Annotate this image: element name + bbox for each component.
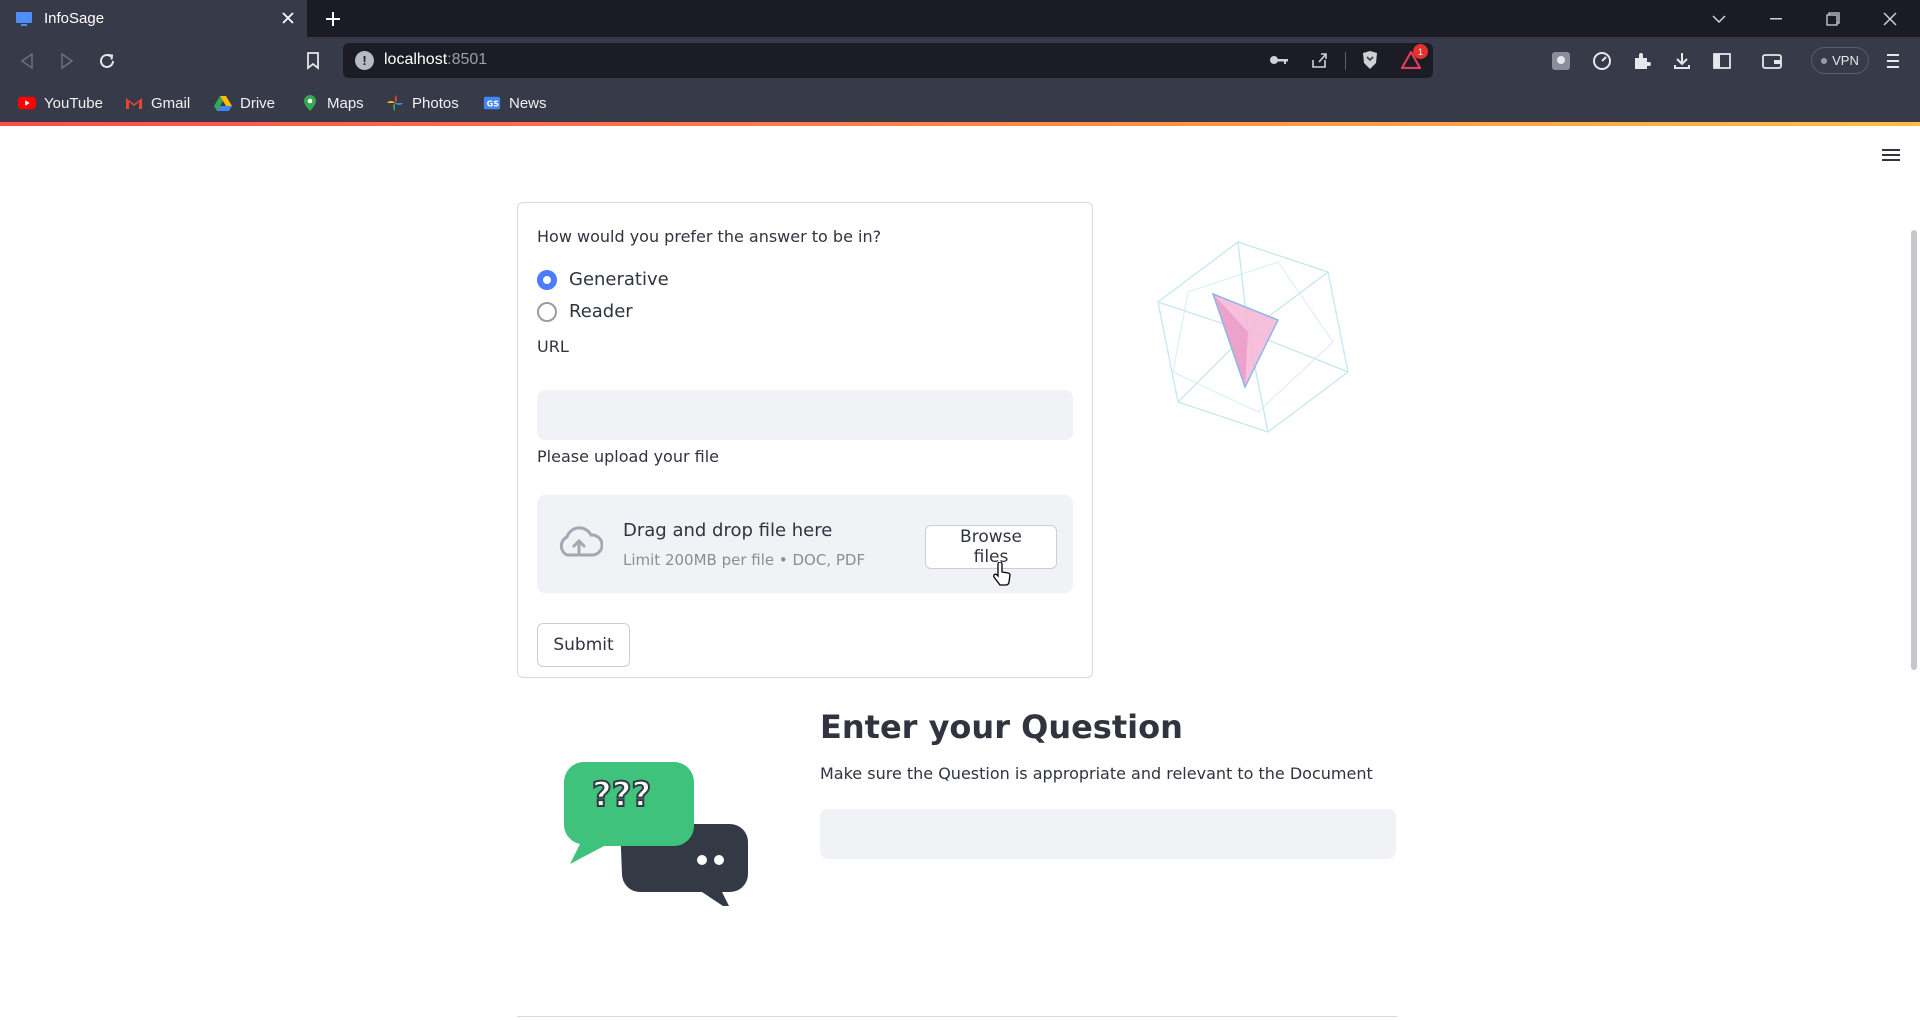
speed-dial-icon[interactable] bbox=[1589, 48, 1615, 74]
svg-text:GS: GS bbox=[487, 99, 500, 109]
photos-icon bbox=[386, 94, 404, 112]
bookmark-news[interactable]: GS News bbox=[483, 92, 547, 114]
dropzone-limit: Limit 200MB per file • DOC, PDF bbox=[623, 551, 866, 569]
forward-icon[interactable] bbox=[54, 48, 80, 74]
minimize-icon[interactable] bbox=[1763, 6, 1789, 32]
bookmark-photos[interactable]: Photos bbox=[386, 92, 459, 114]
wallet-icon[interactable] bbox=[1759, 48, 1785, 74]
close-tab-icon[interactable] bbox=[279, 9, 297, 27]
notification-badge: 1 bbox=[1413, 44, 1428, 59]
vpn-label: VPN bbox=[1832, 53, 1859, 68]
close-window-icon[interactable] bbox=[1877, 6, 1903, 32]
reload-icon[interactable] bbox=[94, 48, 120, 74]
url-input[interactable] bbox=[537, 390, 1073, 440]
gmail-icon bbox=[125, 94, 143, 112]
question-title: Enter your Question bbox=[820, 708, 1183, 746]
bookmark-drive[interactable]: Drive bbox=[214, 92, 275, 114]
site-info-icon[interactable]: ! bbox=[355, 51, 374, 70]
answer-format-label: How would you prefer the answer to be in… bbox=[537, 227, 882, 246]
upload-form: How would you prefer the answer to be in… bbox=[517, 202, 1093, 678]
cloud-upload-icon bbox=[559, 526, 603, 557]
drive-icon bbox=[214, 94, 232, 112]
browser-toolbar: ! localhost:8501 1 VPN bbox=[0, 37, 1920, 84]
browser-menu-icon[interactable] bbox=[1880, 48, 1906, 74]
news-icon: GS bbox=[483, 94, 501, 112]
url-text: localhost:8501 bbox=[384, 51, 488, 68]
page-content: How would you prefer the answer to be in… bbox=[0, 126, 1920, 1020]
hamburger-menu-icon[interactable] bbox=[1880, 146, 1902, 164]
crystal-cube-illustration bbox=[1157, 241, 1349, 433]
svg-text:???: ??? bbox=[592, 775, 651, 815]
bookmark-maps[interactable]: Maps bbox=[301, 92, 364, 114]
share-icon[interactable] bbox=[1306, 47, 1332, 73]
browser-tab[interactable]: InfoSage bbox=[0, 0, 307, 37]
dropzone-title: Drag and drop file here bbox=[623, 520, 833, 541]
download-icon[interactable] bbox=[1669, 48, 1695, 74]
section-divider bbox=[517, 1016, 1397, 1017]
vpn-status-dot bbox=[1821, 57, 1828, 64]
brave-shields-icon[interactable] bbox=[1357, 47, 1383, 73]
upload-label: Please upload your file bbox=[537, 447, 720, 466]
extensions-icon[interactable] bbox=[1629, 48, 1655, 74]
tab-search-chevron-icon[interactable] bbox=[1706, 6, 1732, 32]
restore-icon[interactable] bbox=[1820, 6, 1846, 32]
submit-button[interactable]: Submit bbox=[537, 623, 630, 667]
sidebar-icon[interactable] bbox=[1709, 48, 1735, 74]
hand-pointer-cursor-icon bbox=[993, 562, 1011, 586]
bookmark-icon[interactable] bbox=[300, 48, 326, 74]
question-input[interactable] bbox=[820, 809, 1396, 859]
bookmark-gmail[interactable]: Gmail bbox=[125, 92, 190, 114]
url-label: URL bbox=[537, 337, 569, 356]
bookmark-youtube[interactable]: YouTube bbox=[18, 92, 103, 114]
address-bar[interactable]: ! localhost:8501 1 bbox=[343, 43, 1433, 78]
youtube-icon bbox=[18, 94, 36, 112]
tab-strip: InfoSage bbox=[0, 0, 1920, 37]
radio-generative-dot[interactable] bbox=[537, 269, 557, 290]
tab-title: InfoSage bbox=[44, 10, 105, 27]
new-tab-icon[interactable] bbox=[322, 8, 344, 30]
question-subtitle: Make sure the Question is appropriate an… bbox=[820, 764, 1373, 783]
browse-files-button[interactable]: Browse files bbox=[925, 525, 1057, 569]
question-chat-illustration: ??? bbox=[564, 762, 748, 906]
back-icon[interactable] bbox=[14, 48, 40, 74]
maps-icon bbox=[301, 94, 319, 112]
radio-reader-dot[interactable] bbox=[537, 301, 557, 322]
divider bbox=[1345, 52, 1346, 70]
extension-puzzle-grey-icon[interactable] bbox=[1548, 48, 1574, 74]
key-icon[interactable] bbox=[1266, 47, 1292, 73]
radio-generative[interactable]: Generative bbox=[537, 269, 669, 290]
radio-reader[interactable]: Reader bbox=[537, 301, 633, 322]
scrollbar[interactable] bbox=[1911, 230, 1917, 670]
vpn-button[interactable]: VPN bbox=[1811, 47, 1869, 74]
brave-rewards-icon[interactable]: 1 bbox=[1398, 44, 1428, 73]
bookmarks-bar: YouTube Gmail Drive Maps Photos GS News bbox=[0, 84, 1920, 122]
monitor-icon bbox=[15, 10, 33, 28]
